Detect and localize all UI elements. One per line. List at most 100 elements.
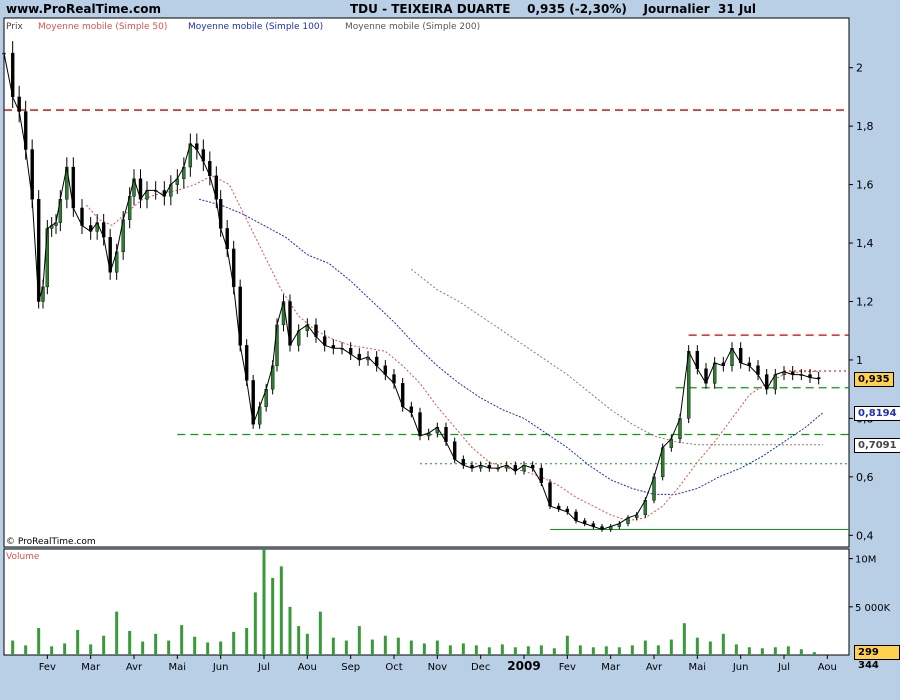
volume-bar xyxy=(539,645,543,655)
value-tag: 0,935 xyxy=(854,371,894,387)
volume-bar xyxy=(643,640,647,655)
volume-bar xyxy=(409,640,413,655)
volume-bar xyxy=(262,549,266,655)
volume-bar xyxy=(708,641,712,655)
volume-bar xyxy=(115,611,119,655)
price-tick-label: 1 xyxy=(856,354,863,367)
volume-bar xyxy=(630,645,634,655)
x-tick-label: Mai xyxy=(689,662,707,673)
ma100-legend: Moyenne mobile (Simple 100) xyxy=(188,22,323,32)
volume-bar xyxy=(474,645,478,655)
volume-bar xyxy=(461,643,465,655)
volume-bar xyxy=(799,649,803,655)
price-tick-label: 1,2 xyxy=(856,295,874,308)
volume-bar xyxy=(487,647,491,655)
x-tick-label: Fev xyxy=(39,662,56,673)
volume-bar xyxy=(734,644,738,655)
volume-bar xyxy=(721,633,725,655)
volume-bar xyxy=(656,645,660,655)
volume-bar xyxy=(271,577,275,655)
x-tick-label: Dec xyxy=(471,662,490,673)
x-tick-label: Mai xyxy=(169,662,187,673)
volume-bar xyxy=(167,640,171,655)
volume-bar xyxy=(219,641,223,655)
volume-bar xyxy=(617,647,621,655)
price-legend-label: Prix xyxy=(6,22,23,32)
volume-bar xyxy=(232,631,236,655)
volume-label: Volume xyxy=(6,552,40,562)
volume-bar xyxy=(812,652,816,655)
copyright: © ProRealTime.com xyxy=(6,537,96,547)
volume-bar xyxy=(11,640,15,655)
volume-bar xyxy=(370,639,374,655)
volume-bar xyxy=(279,566,283,655)
x-tick-label: Sep xyxy=(341,662,360,673)
volume-bar xyxy=(193,636,197,655)
x-tick-label: Jul xyxy=(777,662,790,673)
volume-bar xyxy=(513,647,517,655)
volume-bar xyxy=(682,623,686,655)
price-tick-label: 0,6 xyxy=(856,471,874,484)
x-tick-label: Oct xyxy=(385,662,402,673)
x-tick-label: Jun xyxy=(212,662,229,673)
volume-bar xyxy=(435,640,439,655)
volume-bar xyxy=(357,626,361,655)
x-tick-label: 2009 xyxy=(507,659,540,673)
volume-bar xyxy=(245,628,249,655)
x-tick-label: Jul xyxy=(257,662,270,673)
volume-bar xyxy=(604,646,608,655)
volume-bar xyxy=(760,648,764,655)
volume-bar xyxy=(344,640,348,655)
volume-bar xyxy=(383,635,387,655)
volume-bar xyxy=(318,611,322,655)
x-tick-label: Aou xyxy=(818,662,837,673)
stock-chart[interactable]: 21,81,61,41,210,80,60,410M5 000KFevMarAv… xyxy=(0,0,900,700)
volume-bar xyxy=(305,633,309,655)
volume-bar xyxy=(331,637,335,655)
price-tick-label: 2 xyxy=(856,62,863,75)
x-tick-label: Avr xyxy=(646,662,663,673)
value-tag: 0,8194 xyxy=(854,405,900,421)
x-tick-label: Aou xyxy=(298,662,317,673)
volume-tick-label: 5 000K xyxy=(855,603,891,614)
volume-bar xyxy=(396,637,400,655)
volume-bar xyxy=(500,644,504,655)
volume-bar xyxy=(89,644,93,655)
value-tag: 0,7091 xyxy=(854,437,900,453)
ma200-legend: Moyenne mobile (Simple 200) xyxy=(345,22,480,32)
x-tick-label: Nov xyxy=(428,662,448,673)
volume-bar xyxy=(63,643,67,655)
price-tick-label: 0,4 xyxy=(856,529,874,542)
volume-bar xyxy=(552,648,556,655)
volume-bar xyxy=(206,642,210,655)
volume-bar xyxy=(76,629,80,655)
volume-bar xyxy=(141,641,145,655)
volume-bar xyxy=(50,646,54,655)
volume-bar xyxy=(288,606,292,655)
volume-bar xyxy=(154,633,158,655)
price-tick-label: 1,6 xyxy=(856,179,874,192)
volume-bar xyxy=(37,628,41,655)
volume-bar xyxy=(128,630,132,655)
x-tick-label: Mar xyxy=(81,662,101,673)
volume-bar xyxy=(102,635,106,655)
x-tick-label: Jun xyxy=(732,662,749,673)
volume-bar xyxy=(747,647,751,655)
volume-bar xyxy=(180,625,184,655)
volume-bar xyxy=(24,645,28,655)
volume-bar xyxy=(695,637,699,655)
volume-bar xyxy=(786,646,790,655)
x-tick-label: Mar xyxy=(601,662,621,673)
ma50-legend: Moyenne mobile (Simple 50) xyxy=(38,22,167,32)
x-tick-label: Avr xyxy=(126,662,143,673)
price-panel xyxy=(3,17,850,548)
volume-bar xyxy=(565,635,569,655)
volume-bar xyxy=(591,647,595,655)
volume-bar xyxy=(773,647,777,655)
price-tick-label: 1,4 xyxy=(856,237,874,250)
price-tick-label: 1,8 xyxy=(856,120,874,133)
volume-bar xyxy=(253,592,257,655)
volume-bar xyxy=(669,639,673,655)
volume-tick-label: 10M xyxy=(855,555,876,566)
volume-bar xyxy=(448,645,452,655)
